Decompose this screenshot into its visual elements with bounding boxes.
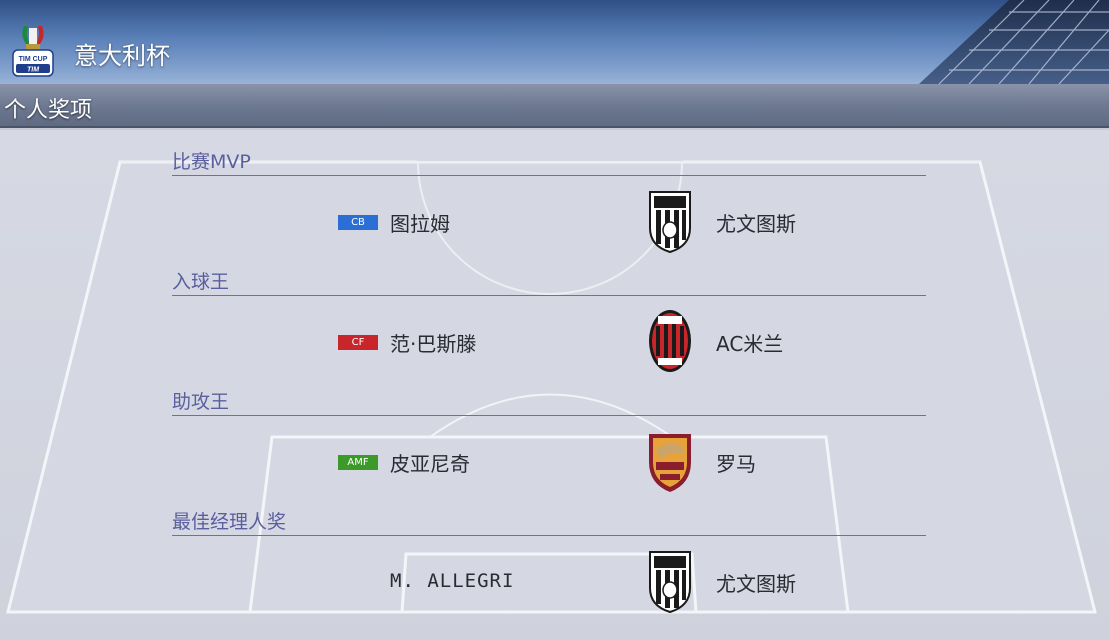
award-category-header: 最佳经理人奖 <box>172 511 926 536</box>
logo-text-top: TIM CUP <box>19 56 48 63</box>
logo-text-bottom: TIM <box>27 67 39 74</box>
as-roma-crest-icon <box>649 434 691 492</box>
top-header: TIM CUP TIM 意大利杯 <box>0 0 1109 84</box>
position-badge: AMF <box>338 455 378 470</box>
award-winner-row[interactable]: M. ALLEGRI 尤文图斯 <box>330 548 930 614</box>
section-title-bar: 个人奖项 <box>0 84 1109 128</box>
club-name: 尤文图斯 <box>716 572 796 596</box>
section-title: 个人奖项 <box>4 98 93 123</box>
award-winner-row[interactable]: CF 范·巴斯滕 AC米兰 <box>330 308 930 374</box>
position-badge: CB <box>338 215 378 230</box>
award-winner-row[interactable]: AMF 皮亚尼奇 罗马 <box>330 428 930 494</box>
club-name: 罗马 <box>716 452 756 476</box>
winner-name: 范·巴斯滕 <box>390 332 477 356</box>
winner-name: 图拉姆 <box>390 212 450 236</box>
winner-name: 皮亚尼奇 <box>390 452 470 476</box>
pitch-background: 比赛MVP CB 图拉姆 尤文图斯 入球王 CF 范·巴斯滕 AC米兰 助攻王 … <box>0 130 1109 640</box>
award-winner-row[interactable]: CB 图拉姆 尤文图斯 <box>330 188 930 254</box>
club-name: 尤文图斯 <box>716 212 796 236</box>
award-category-header: 比赛MVP <box>172 151 926 176</box>
position-badge: CF <box>338 335 378 350</box>
award-category-header: 助攻王 <box>172 391 926 416</box>
award-category-label: 助攻王 <box>172 391 230 413</box>
juventus-crest-icon <box>649 551 691 614</box>
winner-name: M. ALLEGRI <box>390 570 515 592</box>
award-category-header: 入球王 <box>172 271 926 296</box>
award-category-label: 最佳经理人奖 <box>172 511 287 533</box>
page-title: 意大利杯 <box>74 42 170 70</box>
stadium-roof-decoration <box>919 0 1109 84</box>
award-category-label: 入球王 <box>172 271 230 293</box>
ac-milan-crest-icon <box>649 310 691 372</box>
tim-cup-logo: TIM CUP TIM <box>12 26 54 77</box>
juventus-crest-icon <box>649 191 691 254</box>
club-name: AC米兰 <box>716 332 784 356</box>
award-category-label: 比赛MVP <box>172 151 251 173</box>
